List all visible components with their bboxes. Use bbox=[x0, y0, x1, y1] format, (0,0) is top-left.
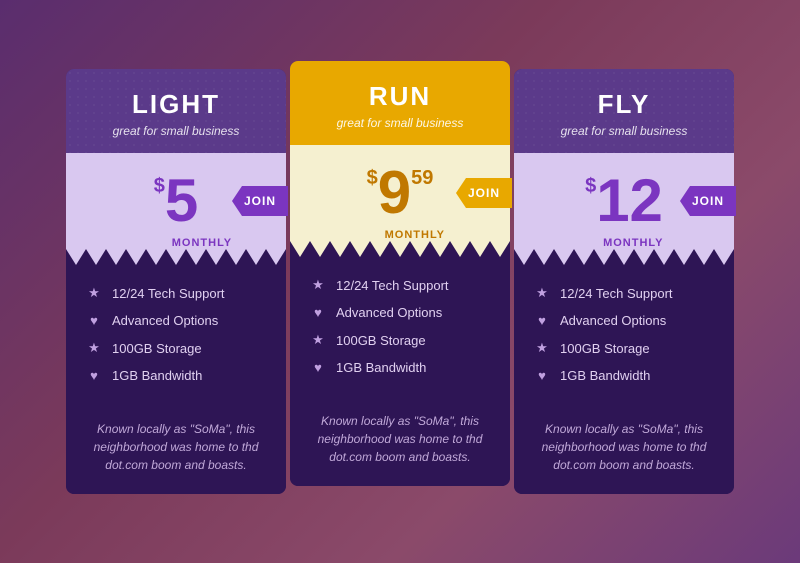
star-icon: ★ bbox=[534, 285, 550, 301]
star-icon: ★ bbox=[86, 285, 102, 301]
plan-description-run: Known locally as "SoMa", this neighborho… bbox=[290, 402, 510, 486]
plan-header-run: RUN great for small business bbox=[290, 61, 510, 145]
feature-text-fly-3: 1GB Bandwidth bbox=[560, 368, 650, 383]
price-dollar-light: $ bbox=[154, 175, 165, 198]
zigzag-divider-run bbox=[290, 241, 510, 257]
feature-text-fly-1: Advanced Options bbox=[560, 313, 666, 328]
plan-name-light: LIGHT bbox=[81, 89, 271, 120]
heart-icon: ♥ bbox=[310, 360, 326, 375]
feature-text-light-3: 1GB Bandwidth bbox=[112, 368, 202, 383]
star-icon: ★ bbox=[534, 340, 550, 356]
feature-text-run-2: 100GB Storage bbox=[336, 333, 426, 348]
card-inner-fly: ★ 12/24 Tech Support ♥ Advanced Options ★ 100… bbox=[514, 249, 734, 494]
join-button-light[interactable]: JOIN bbox=[232, 186, 288, 216]
feature-item-fly-2: ★ 100GB Storage bbox=[534, 340, 714, 356]
feature-item-run-1: ♥ Advanced Options bbox=[310, 305, 490, 320]
plan-card-run: RUNgreat for small business$959MONTHLYJO… bbox=[290, 61, 510, 486]
plan-features-light: ★ 12/24 Tech Support ♥ Advanced Options ★ 100… bbox=[66, 265, 286, 410]
plan-name-run: RUN bbox=[305, 81, 495, 112]
heart-icon: ♥ bbox=[86, 368, 102, 383]
feature-text-run-0: 12/24 Tech Support bbox=[336, 278, 449, 293]
feature-item-fly-0: ★ 12/24 Tech Support bbox=[534, 285, 714, 301]
plan-description-light: Known locally as "SoMa", this neighborho… bbox=[66, 410, 286, 494]
price-period-light: MONTHLY bbox=[172, 237, 232, 249]
feature-item-run-2: ★ 100GB Storage bbox=[310, 332, 490, 348]
feature-item-fly-1: ♥ Advanced Options bbox=[534, 313, 714, 328]
join-button-run[interactable]: JOIN bbox=[456, 178, 512, 208]
price-dollar-fly: $ bbox=[585, 175, 596, 198]
plan-subtitle-fly: great for small business bbox=[529, 124, 719, 138]
plan-subtitle-light: great for small business bbox=[81, 124, 271, 138]
zigzag-divider-light bbox=[66, 249, 286, 265]
heart-icon: ♥ bbox=[86, 313, 102, 328]
feature-text-run-3: 1GB Bandwidth bbox=[336, 360, 426, 375]
price-amount-run: 9 bbox=[378, 163, 411, 223]
heart-icon: ♥ bbox=[534, 368, 550, 383]
feature-item-light-1: ♥ Advanced Options bbox=[86, 313, 266, 328]
heart-icon: ♥ bbox=[310, 305, 326, 320]
plan-pricing-run: $959MONTHLYJOIN bbox=[290, 145, 510, 241]
feature-text-fly-2: 100GB Storage bbox=[560, 341, 650, 356]
join-button-fly[interactable]: JOIN bbox=[680, 186, 736, 216]
zigzag-divider-fly bbox=[514, 249, 734, 265]
pricing-container: LIGHTgreat for small business$5MONTHLYJO… bbox=[36, 39, 764, 524]
price-period-run: MONTHLY bbox=[385, 229, 445, 241]
star-icon: ★ bbox=[310, 332, 326, 348]
feature-item-light-3: ♥ 1GB Bandwidth bbox=[86, 368, 266, 383]
star-icon: ★ bbox=[310, 277, 326, 293]
feature-text-fly-0: 12/24 Tech Support bbox=[560, 286, 673, 301]
card-inner-light: ★ 12/24 Tech Support ♥ Advanced Options ★ 100… bbox=[66, 249, 286, 494]
price-amount-light: 5 bbox=[165, 171, 198, 231]
plan-features-run: ★ 12/24 Tech Support ♥ Advanced Options ★ 100… bbox=[290, 257, 510, 402]
price-wrapper-light: $5MONTHLY bbox=[154, 171, 199, 231]
price-dollar-run: $ bbox=[367, 167, 378, 190]
plan-card-light: LIGHTgreat for small business$5MONTHLYJO… bbox=[66, 69, 286, 494]
feature-item-fly-3: ♥ 1GB Bandwidth bbox=[534, 368, 714, 383]
feature-text-run-1: Advanced Options bbox=[336, 305, 442, 320]
feature-item-light-2: ★ 100GB Storage bbox=[86, 340, 266, 356]
plan-header-fly: FLY great for small business bbox=[514, 69, 734, 153]
plan-name-fly: FLY bbox=[529, 89, 719, 120]
feature-item-run-3: ♥ 1GB Bandwidth bbox=[310, 360, 490, 375]
feature-item-light-0: ★ 12/24 Tech Support bbox=[86, 285, 266, 301]
price-wrapper-fly: $12MONTHLY bbox=[585, 171, 663, 231]
plan-pricing-light: $5MONTHLYJOIN bbox=[66, 153, 286, 249]
plan-pricing-fly: $12MONTHLYJOIN bbox=[514, 153, 734, 249]
price-wrapper-run: $959MONTHLY bbox=[367, 163, 434, 223]
plan-features-fly: ★ 12/24 Tech Support ♥ Advanced Options ★ 100… bbox=[514, 265, 734, 410]
plan-card-fly: FLYgreat for small business$12MONTHLYJOI… bbox=[514, 69, 734, 494]
feature-text-light-1: Advanced Options bbox=[112, 313, 218, 328]
plan-header-light: LIGHT great for small business bbox=[66, 69, 286, 153]
plan-description-fly: Known locally as "SoMa", this neighborho… bbox=[514, 410, 734, 494]
price-period-fly: MONTHLY bbox=[603, 237, 663, 249]
feature-text-light-0: 12/24 Tech Support bbox=[112, 286, 225, 301]
plan-subtitle-run: great for small business bbox=[305, 116, 495, 130]
feature-text-light-2: 100GB Storage bbox=[112, 341, 202, 356]
feature-item-run-0: ★ 12/24 Tech Support bbox=[310, 277, 490, 293]
card-inner-run: ★ 12/24 Tech Support ♥ Advanced Options ★ 100… bbox=[290, 241, 510, 486]
star-icon: ★ bbox=[86, 340, 102, 356]
price-cents-run: 59 bbox=[411, 167, 433, 190]
heart-icon: ♥ bbox=[534, 313, 550, 328]
price-amount-fly: 12 bbox=[596, 171, 663, 231]
